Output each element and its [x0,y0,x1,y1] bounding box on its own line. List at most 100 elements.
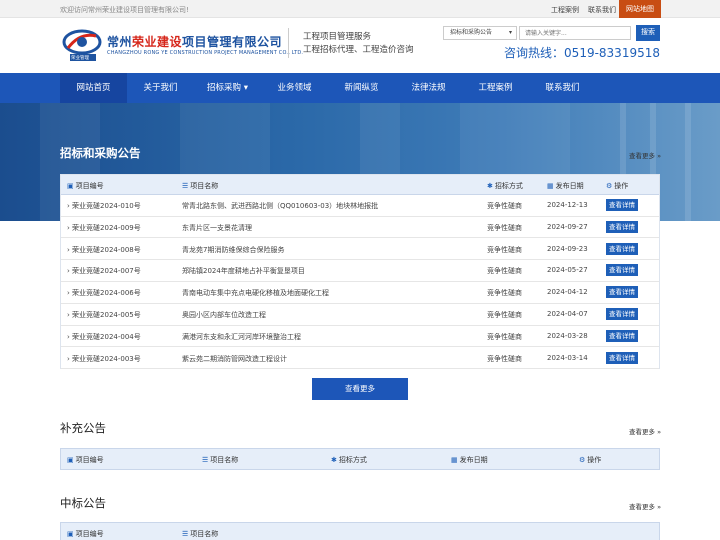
col-method: ✱ 招标方式 [331,456,367,464]
chevron-down-icon: ▾ [243,83,248,93]
view-detail-button[interactable]: 查看详情 [606,286,638,299]
toplink-sitemap[interactable]: 网站地图 [619,0,661,18]
list-icon: ☰ [182,530,189,538]
col-action: ⚙ 操作 [579,456,602,464]
section-title-bidding: 招标和采购公告 [60,146,141,160]
row-id[interactable]: › 荣业竞磋2024-003号 [67,354,141,364]
row-date: 2024-12-13 [547,201,588,209]
table-row[interactable]: › 荣业竞磋2024-008号 青龙苑7期消防维保综合保险服务 竞争性磋商 2024-… [61,239,659,261]
row-method: 竞争性磋商 [487,289,522,298]
nav-cases[interactable]: 工程案例 [462,73,529,103]
nav-contact[interactable]: 联系我们 [529,73,596,103]
list-icon: ☰ [182,182,189,190]
section-title-supplement: 补充公告 [60,421,106,435]
table-header: ▣ 项目编号 ☰ 项目名称 ✱ 招标方式 ▦ 发布日期 ⚙ 操作 [61,175,659,195]
slogan-line-2: 工程招标代理、工程造价咨询 [303,45,414,55]
document-icon: ▣ [67,456,74,464]
table-row[interactable]: › 荣业竞磋2024-005号 奥园小区内部车位改造工程 竞争性磋商 2024-04-… [61,304,659,326]
table-row[interactable]: › 荣业竞磋2024-003号 紫云苑二期消防管网改造工程设计 竞争性磋商 2024-… [61,348,659,370]
table-row[interactable]: › 荣业竞磋2024-007号 郑陆镇2024年度耕地占补平衡复垦项目 竞争性磋商 2… [61,260,659,282]
nav-business[interactable]: 业务领域 [261,73,328,103]
search-input[interactable] [519,26,631,40]
nav-home[interactable]: 网站首页 [60,73,127,103]
section-title-award: 中标公告 [60,496,106,510]
col-name: ☰ 项目名称 [182,530,219,538]
view-detail-button[interactable]: 查看详情 [606,308,638,320]
nav-law[interactable]: 法律法规 [395,73,462,103]
col-date: ▦ 发布日期 [451,456,488,464]
row-date: 2024-09-23 [547,244,588,253]
row-id[interactable]: › 荣业竞磋2024-005号 [67,310,141,320]
table-row[interactable]: › 荣业竞磋2024-004号 满港河东支和永汇河河岸环境整治工程 竞争性磋商 202… [61,326,659,348]
award-table-header: ▣ 项目编号 ☰ 项目名称 [60,522,660,540]
row-title-link[interactable]: 紫云苑二期消防管网改造工程设计 [182,354,287,364]
col-name: ☰ 项目名称 [202,456,239,464]
settings-icon: ⚙ [579,456,586,464]
view-detail-button[interactable]: 查看详情 [606,351,638,364]
nav-about[interactable]: 关于我们 [127,73,194,103]
row-date: 2024-09-27 [547,222,588,231]
view-detail-button[interactable]: 查看详情 [606,264,638,277]
view-detail-button[interactable]: 查看详情 [606,242,638,255]
gear-icon: ✱ [331,456,337,464]
table-row[interactable]: › 荣业竞磋2024-010号 常青北路东侧、武进西路北侧（QQ010603-03… [61,195,659,217]
row-id[interactable]: › 荣业竞磋2024-008号 [67,245,141,255]
row-date: 2024-04-12 [547,288,588,297]
row-date: 2024-03-28 [547,331,588,340]
view-more-button[interactable]: 查看更多 [312,378,408,400]
toplink-contact[interactable]: 联系我们 [588,5,616,15]
search-button[interactable]: 搜索 [636,25,660,41]
row-title-link[interactable]: 满港河东支和永汇河河岸环境整治工程 [182,332,301,342]
row-id[interactable]: › 荣业竞磋2024-006号 [67,288,141,298]
main-nav: 网站首页 关于我们 招标采购 ▾ 业务领域 新闻纵览 法律法规 工程案例 联系我… [0,73,720,103]
row-title-link[interactable]: 郑陆镇2024年度耕地占补平衡复垦项目 [182,266,305,276]
row-id[interactable]: › 荣业竞磋2024-007号 [67,266,141,276]
row-method: 竞争性磋商 [487,311,522,319]
company-name-en: CHANGZHOU RONG YE CONSTRUCTION PROJECT M… [107,50,304,56]
col-action: ⚙ 操作 [606,182,629,190]
row-title-link[interactable]: 东青片区一支景花清理 [182,223,252,233]
row-method: 竞争性磋商 [487,245,522,254]
chevron-down-icon: ▾ [508,29,512,36]
header-divider [288,28,289,58]
row-date: 2024-04-07 [547,310,588,318]
row-title-link[interactable]: 奥园小区内部车位改造工程 [182,310,266,320]
row-method: 竞争性磋商 [487,267,522,276]
view-detail-button[interactable]: 查看详情 [606,199,638,211]
row-date: 2024-05-27 [547,266,588,275]
row-method: 竞争性磋商 [487,202,522,210]
hotline: 咨询热线：0519-83319518 [504,46,660,60]
document-icon: ▣ [67,530,74,538]
row-method: 竞争性磋商 [487,223,522,232]
document-icon: ▣ [67,182,74,190]
row-title-link[interactable]: 青南电动车集中充点电硬化移植及地面硬化工程 [182,288,329,298]
row-date: 2024-03-14 [547,353,588,362]
slogan-line-1: 工程项目管理服务 [303,32,372,42]
col-id: ▣ 项目编号 [67,530,104,538]
view-more-link[interactable]: 查看更多 » [629,426,661,436]
supplement-table-header: ▣ 项目编号 ☰ 项目名称 ✱ 招标方式 ▦ 发布日期 ⚙ 操作 [60,448,660,470]
nav-bidding[interactable]: 招标采购 ▾ [194,73,261,103]
view-more-link[interactable]: 查看更多 » [629,150,661,160]
search-category-select[interactable]: 招标和采购公告 ▾ [443,26,517,40]
col-date: ▦ 发布日期 [547,182,584,190]
table-row[interactable]: › 荣业竞磋2024-006号 青南电动车集中充点电硬化移植及地面硬化工程 竞争性磋… [61,282,659,304]
view-detail-button[interactable]: 查看详情 [606,220,638,233]
calendar-icon: ▦ [547,182,554,190]
list-icon: ☰ [202,456,209,464]
row-id[interactable]: › 荣业竞磋2024-004号 [67,332,141,342]
row-title-link[interactable]: 青龙苑7期消防维保综合保险服务 [182,245,284,255]
row-id[interactable]: › 荣业竞磋2024-009号 [67,223,141,233]
view-more-link[interactable]: 查看更多 » [629,501,661,511]
nav-news[interactable]: 新闻纵览 [328,73,395,103]
row-id[interactable]: › 荣业竞磋2024-010号 [67,201,141,211]
col-method: ✱ 招标方式 [487,182,523,190]
col-id: ▣ 项目编号 [67,456,104,464]
gear-icon: ✱ [487,182,493,190]
view-detail-button[interactable]: 查看详情 [606,329,638,342]
row-title-link[interactable]: 常青北路东侧、武进西路北侧（QQ010603-03）地块林地报批 [182,201,378,211]
welcome-text: 欢迎访问常州荣业建设项目管理有限公司! [60,6,189,14]
col-name: ☰ 项目名称 [182,182,219,190]
toplink-cases[interactable]: 工程案例 [551,5,579,15]
table-row[interactable]: › 荣业竞磋2024-009号 东青片区一支景花清理 竞争性磋商 2024-09-27… [61,217,659,239]
